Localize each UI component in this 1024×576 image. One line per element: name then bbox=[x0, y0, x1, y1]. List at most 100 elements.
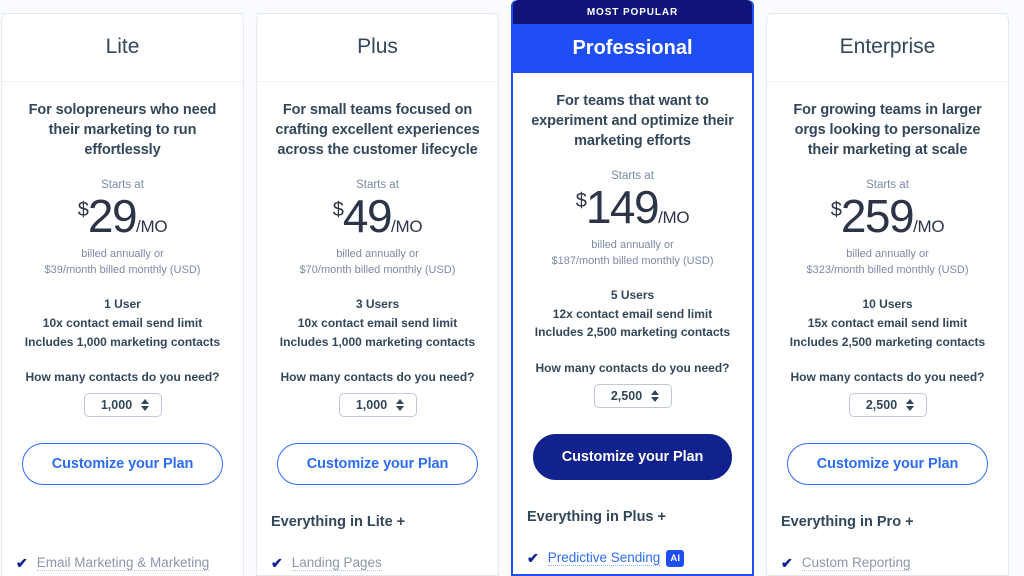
feature-text-wrap: Custom Reporting bbox=[801, 553, 911, 573]
everything-in-label: Everything in Plus + bbox=[527, 509, 666, 525]
check-icon: ✔ bbox=[781, 555, 793, 572]
price-period: /MO bbox=[391, 217, 423, 237]
feature-text-wrap: Predictive Sending AI bbox=[547, 548, 685, 568]
contacts-stepper-value: 1,000 bbox=[355, 398, 388, 413]
plan-tagline: For solopreneurs who need their marketin… bbox=[28, 102, 217, 159]
arrow-up-icon[interactable] bbox=[906, 399, 915, 405]
price-currency: $ bbox=[575, 190, 587, 212]
contacts-stepper-value: 1,000 bbox=[100, 398, 133, 413]
cta-wrap: Customize your Plan bbox=[526, 434, 739, 480]
contacts-stepper[interactable]: 1,000 bbox=[83, 393, 162, 418]
plan-title: Enterprise bbox=[839, 35, 936, 58]
customize-your-plan-button[interactable]: Customize your Plan bbox=[22, 443, 223, 486]
plan-title: Plus bbox=[357, 35, 398, 58]
feature-list: ✔ Email Marketing & Marketing Automation bbox=[15, 553, 230, 576]
billing-note: billed annually or $70/month billed month… bbox=[299, 248, 456, 276]
contacts-question-label: How many contacts do you need? bbox=[280, 370, 475, 385]
price-currency: $ bbox=[77, 199, 89, 222]
pricing-card-plus: Plus For small teams focused on crafting … bbox=[256, 13, 499, 576]
customize-your-plan-button[interactable]: Customize your Plan bbox=[533, 434, 732, 480]
plan-limits: 10 Users 15x contact email send limit Incl… bbox=[789, 297, 986, 349]
contacts-stepper[interactable]: 1,000 bbox=[338, 393, 417, 418]
card-header: Plus bbox=[257, 13, 498, 83]
price-row: $259/MO bbox=[780, 193, 995, 239]
feature-list: ✔ Landing Pages bbox=[270, 553, 485, 573]
stepper-arrows bbox=[906, 399, 915, 412]
contacts-stepper[interactable]: 2,500 bbox=[848, 393, 927, 418]
list-item: ✔ Predictive Sending AI bbox=[527, 548, 739, 568]
price-amount: 259 bbox=[840, 190, 915, 243]
plan-limits: 3 Users 10x contact email send limit Inclu… bbox=[279, 297, 476, 349]
plan-title: Lite bbox=[105, 35, 140, 58]
ai-badge: AI bbox=[666, 550, 685, 568]
contacts-stepper-wrap: 1,000 bbox=[270, 393, 485, 418]
card-header: Enterprise bbox=[767, 13, 1008, 83]
price-period: /MO bbox=[913, 217, 945, 237]
feature-text-wrap: Email Marketing & Marketing Automation bbox=[36, 553, 230, 576]
price-row: $49/MO bbox=[270, 193, 485, 239]
cta-wrap: Customize your Plan bbox=[780, 443, 995, 486]
arrow-down-icon[interactable] bbox=[141, 406, 150, 412]
contacts-stepper[interactable]: 2,500 bbox=[593, 384, 672, 408]
feature-list: ✔ Predictive Sending AI bbox=[526, 548, 739, 568]
everything-in-label: Everything in Lite + bbox=[271, 514, 406, 531]
price-row: $29/MO bbox=[15, 193, 230, 239]
check-icon: ✔ bbox=[271, 555, 283, 572]
everything-in-label: Everything in Pro + bbox=[781, 514, 914, 531]
cta-wrap: Customize your Plan bbox=[15, 443, 230, 486]
price-period: /MO bbox=[136, 217, 168, 237]
most-popular-banner: MOST POPULAR bbox=[513, 0, 752, 24]
arrow-up-icon[interactable] bbox=[651, 390, 660, 395]
plan-limits: 5 Users 12x contact email send limit Inclu… bbox=[534, 288, 731, 340]
plan-title: Professional bbox=[572, 37, 693, 59]
customize-your-plan-button[interactable]: Customize your Plan bbox=[277, 443, 478, 486]
contacts-question-label: How many contacts do you need? bbox=[535, 361, 730, 375]
card-header: Lite bbox=[2, 13, 243, 83]
feature-label[interactable]: Predictive Sending bbox=[547, 550, 661, 566]
feature-text-wrap: Landing Pages bbox=[291, 553, 382, 573]
arrow-down-icon[interactable] bbox=[396, 406, 405, 412]
arrow-down-icon[interactable] bbox=[651, 397, 660, 402]
price-amount: 49 bbox=[342, 190, 393, 243]
price-currency: $ bbox=[332, 199, 344, 222]
stepper-arrows bbox=[651, 390, 660, 402]
card-body: For growing teams in larger orgs looking… bbox=[767, 82, 1008, 575]
customize-your-plan-button[interactable]: Customize your Plan bbox=[787, 443, 988, 486]
contacts-stepper-wrap: 2,500 bbox=[526, 384, 739, 408]
card-body: For teams that want to experiment and op… bbox=[513, 73, 752, 574]
cta-wrap: Customize your Plan bbox=[270, 443, 485, 486]
list-item: ✔ Landing Pages bbox=[271, 553, 485, 573]
card-body: For solopreneurs who need their marketin… bbox=[2, 82, 243, 576]
arrow-down-icon[interactable] bbox=[906, 406, 915, 412]
card-header: Professional bbox=[513, 24, 752, 73]
contacts-question-label: How many contacts do you need? bbox=[790, 370, 985, 385]
plan-tagline: For small teams focused on crafting exce… bbox=[275, 102, 480, 159]
feature-label: Landing Pages bbox=[291, 555, 382, 572]
pricing-card-lite: Lite For solopreneurs who need their mark… bbox=[1, 13, 244, 576]
feature-label: Custom Reporting bbox=[801, 555, 911, 572]
plan-limits: 1 User 10x contact email send limit Includ… bbox=[24, 297, 221, 349]
pricing-card-professional: MOST POPULAR Professional For teams that w… bbox=[511, 0, 754, 576]
stepper-arrows bbox=[141, 399, 150, 412]
arrow-up-icon[interactable] bbox=[396, 399, 405, 405]
check-icon: ✔ bbox=[527, 550, 539, 566]
arrow-up-icon[interactable] bbox=[141, 399, 150, 405]
plan-tagline: For growing teams in larger orgs looking… bbox=[793, 102, 982, 159]
price-amount: 149 bbox=[585, 181, 660, 233]
price-amount: 29 bbox=[87, 190, 138, 243]
billing-note: billed annually or $323/month billed mont… bbox=[806, 248, 969, 276]
price-period: /MO bbox=[658, 208, 690, 227]
contacts-stepper-value: 2,500 bbox=[865, 398, 898, 413]
price-currency: $ bbox=[830, 199, 842, 222]
pricing-card-enterprise: Enterprise For growing teams in larger or… bbox=[766, 13, 1009, 576]
list-item: ✔ Custom Reporting bbox=[781, 553, 995, 573]
plan-tagline: For teams that want to experiment and op… bbox=[531, 93, 734, 149]
price-row: $149/MO bbox=[526, 184, 739, 230]
pricing-plans-grid: Lite For solopreneurs who need their mark… bbox=[0, 0, 1024, 576]
contacts-question-label: How many contacts do you need? bbox=[25, 370, 220, 385]
billing-note: billed annually or $39/month billed month… bbox=[44, 248, 201, 276]
check-icon: ✔ bbox=[16, 555, 28, 572]
feature-label: Email Marketing & Marketing Automation bbox=[36, 555, 210, 576]
contacts-stepper-wrap: 1,000 bbox=[15, 393, 230, 418]
list-item: ✔ Email Marketing & Marketing Automation bbox=[16, 553, 230, 576]
